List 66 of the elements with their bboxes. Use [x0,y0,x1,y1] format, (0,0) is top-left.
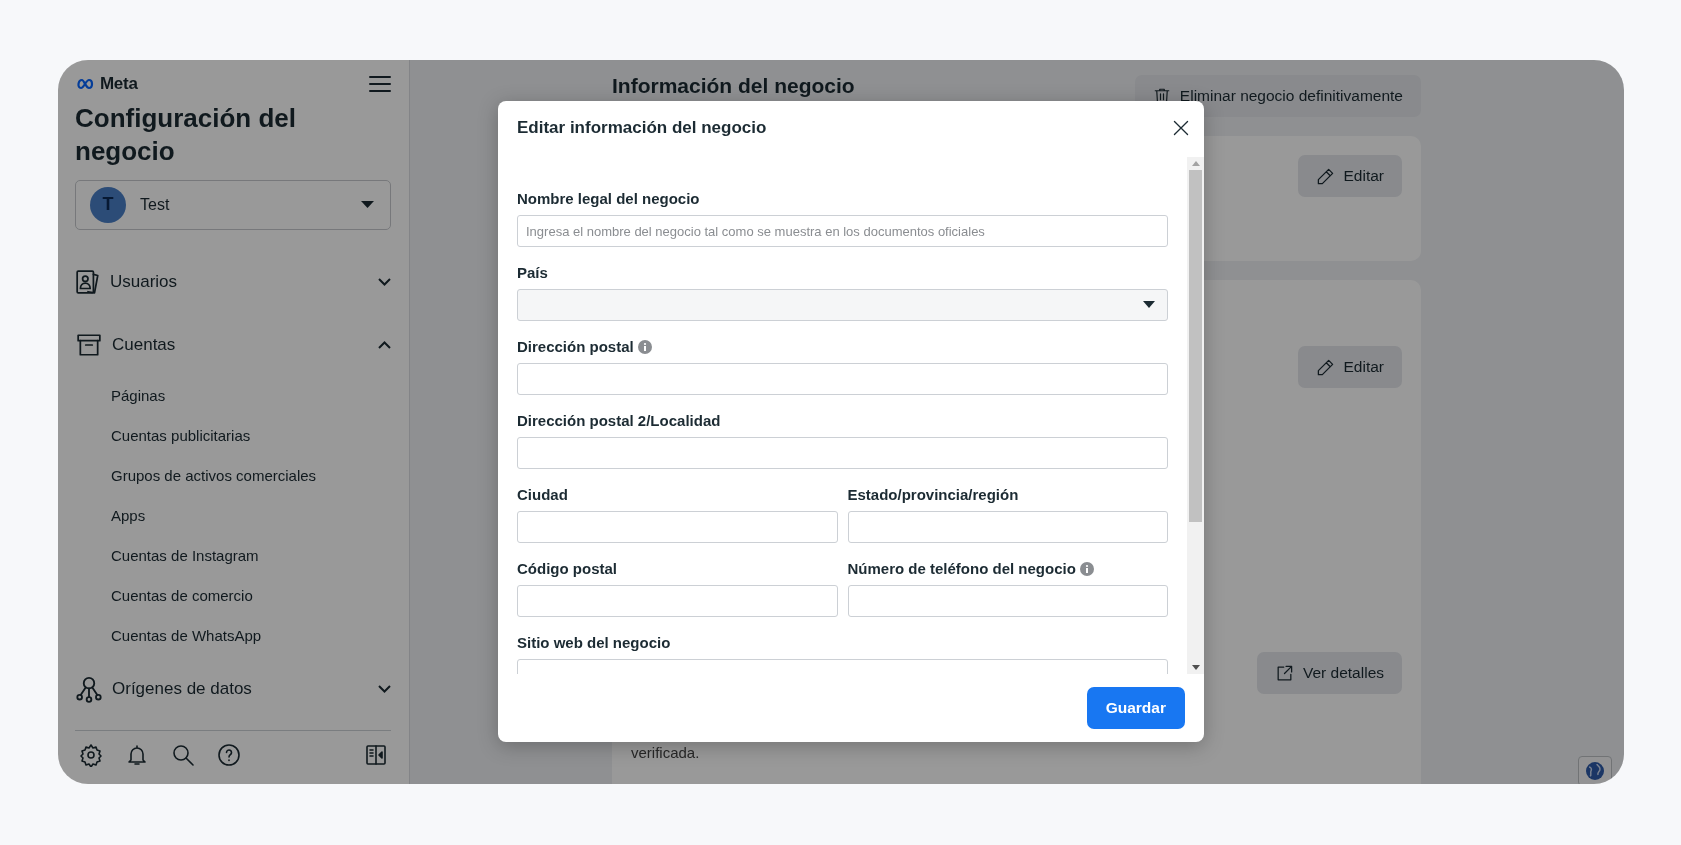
text-field[interactable]: Ingresa el nombre del negocio tal como se muestra en los documentos oficiales [517,215,1168,247]
scroll-up-icon[interactable] [1191,161,1200,166]
nav-item[interactable]: Orígenes de datos [75,666,391,711]
pencil-icon [1315,166,1335,186]
close-icon [1172,119,1190,137]
close-button[interactable] [1172,119,1190,137]
account-selector[interactable]: T Test [75,180,391,230]
archive-box-icon [75,331,103,358]
card-text: verificada. [631,744,700,761]
nav-item[interactable]: Cuentas [75,322,391,367]
notifications-button[interactable] [125,743,149,768]
pencil-icon [1315,357,1335,377]
nav-subitem[interactable]: Apps [75,494,391,535]
edit-button[interactable]: Editar [1297,346,1402,388]
panel-toggle-button[interactable] [365,744,387,767]
scrollbar[interactable] [1187,157,1204,674]
settings-button[interactable] [79,743,103,768]
nav-subitem[interactable]: Cuentas publicitarias [75,414,391,455]
field-label: País [517,264,548,282]
field-label: Sitio web del negocio [517,634,671,652]
page-title: Información del negocio [612,75,855,97]
field-label: Dirección postal [517,338,634,356]
help-icon [217,743,241,768]
menu-icon [369,75,391,93]
language-button[interactable] [1578,756,1612,784]
field-label: Dirección postal 2/Localidad [517,412,721,430]
text-field[interactable] [517,511,838,543]
nav-subitem[interactable]: Cuentas de Instagram [75,534,391,575]
dialog-title: Editar información del negocio [517,118,767,138]
save-button[interactable]: Guardar [1086,687,1185,729]
scroll-down-icon[interactable] [1191,665,1200,670]
avatar: T [90,186,126,223]
logo-text: Meta [100,74,138,94]
nav-subitem[interactable]: Cuentas de comercio [75,574,391,615]
nav-subitem[interactable]: Cuentas de WhatsApp [75,614,391,655]
panel-toggle-icon [365,744,387,767]
caret-down-icon [1143,301,1155,309]
globe-icon [1585,761,1605,781]
settings-icon [79,743,103,768]
text-field[interactable] [517,585,838,617]
delete-business-button[interactable]: Eliminar negocio definitivamente [1134,75,1421,117]
menu-button[interactable] [369,75,391,93]
edit-button[interactable]: Editar [1297,155,1402,197]
info-icon[interactable] [637,340,652,354]
sidebar-title: Configuración del negocio [75,102,297,168]
help-button[interactable] [217,743,241,768]
field-label: Ciudad [517,486,568,504]
details-button[interactable]: Ver detalles [1257,652,1402,694]
search-button[interactable] [171,743,195,768]
external-link-icon [1275,663,1294,683]
field-label: Nombre legal del negocio [517,190,700,208]
field-label: Código postal [517,560,617,578]
text-field[interactable] [517,437,1168,469]
caret-down-icon [361,200,374,209]
text-field[interactable] [517,363,1168,395]
text-field[interactable] [847,585,1168,617]
nav-subitem[interactable]: Páginas [75,374,391,415]
nav-subitem[interactable]: Grupos de activos comerciales [75,454,391,495]
info-icon[interactable] [1079,562,1094,576]
bell-icon [125,743,149,768]
text-field[interactable] [847,511,1168,543]
field-label: Número de teléfono del negocio [847,560,1076,578]
field-label: Estado/provincia/región [847,486,1019,504]
id-badge-icon [75,267,101,296]
search-icon [171,743,195,768]
nav-item[interactable]: Usuarios [75,259,391,304]
